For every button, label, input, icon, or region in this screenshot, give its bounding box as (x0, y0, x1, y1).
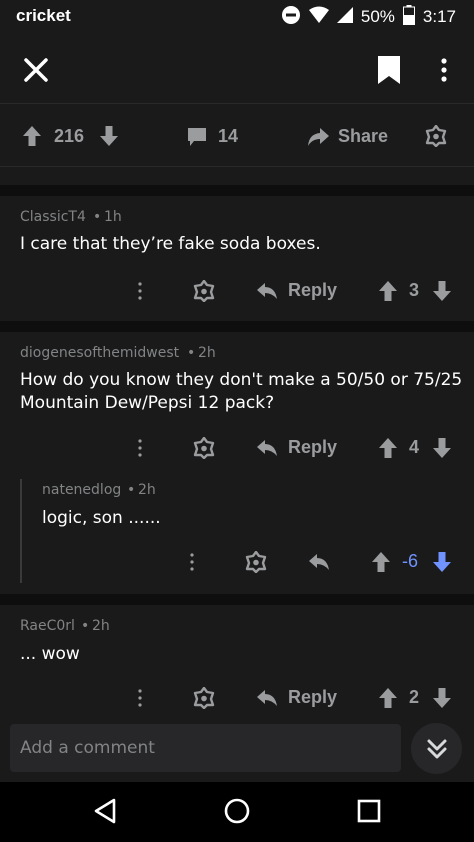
award-icon[interactable] (193, 280, 215, 302)
comment-score: -6 (402, 551, 419, 571)
comment-score: 2 (409, 687, 420, 707)
carrier-label: cricket (16, 6, 71, 25)
more-vertical-icon[interactable] (134, 280, 146, 302)
upvote-icon[interactable] (378, 687, 398, 709)
comment-actions: -6 (0, 547, 474, 577)
system-nav-bar (0, 782, 474, 842)
comment-score: 3 (409, 280, 420, 300)
reply-icon[interactable] (256, 281, 278, 301)
reply-icon[interactable] (308, 552, 330, 572)
award-icon[interactable] (425, 125, 447, 147)
comment-count: 14 (218, 126, 239, 146)
nav-home-icon[interactable] (223, 797, 251, 825)
battery-icon (402, 4, 415, 30)
share-button[interactable]: Share (338, 126, 388, 147)
comment-card: diogenesofthemidwest • 2h How do you kno… (0, 332, 474, 594)
comment-card: ClassicT4 • 1h I care that they’re fake … (0, 196, 474, 321)
comment-actions: Reply 3 (0, 276, 474, 306)
reply-icon[interactable] (256, 438, 278, 458)
downvote-icon[interactable] (432, 687, 452, 709)
nav-recents-icon[interactable] (356, 798, 382, 824)
comment-card: RaeC0rl • 2h ... wow Reply 2 (0, 605, 474, 716)
downvote-icon[interactable] (99, 125, 119, 147)
divider (0, 321, 474, 332)
close-icon[interactable] (20, 54, 52, 86)
nav-back-icon[interactable] (92, 797, 118, 825)
award-icon[interactable] (193, 687, 215, 709)
bookmark-icon[interactable] (375, 54, 403, 86)
meta-dot: • (81, 618, 90, 634)
downvote-icon[interactable] (432, 437, 452, 459)
wifi-icon (308, 6, 329, 29)
award-icon[interactable] (245, 551, 267, 573)
downvote-icon[interactable] (432, 280, 452, 302)
divider (0, 185, 474, 196)
comment-actions: Reply 4 (0, 433, 474, 463)
comment-text-line: Mountain Dew/Pepsi 12 pack? (20, 393, 275, 413)
reply-icon[interactable] (256, 688, 278, 708)
top-toolbar (0, 36, 474, 104)
more-vertical-icon[interactable] (134, 437, 146, 459)
award-icon[interactable] (193, 437, 215, 459)
meta-dot: • (127, 482, 136, 498)
comment-age: 2h (138, 482, 156, 498)
jump-down-button[interactable] (411, 723, 462, 774)
comment-author[interactable]: RaeC0rl (20, 618, 75, 634)
upvote-icon[interactable] (22, 125, 42, 147)
reply-button[interactable]: Reply (288, 687, 337, 708)
comment-author[interactable]: ClassicT4 (20, 209, 86, 225)
status-icons: 50% 3:17 (281, 4, 456, 30)
divider (0, 594, 474, 605)
comment-text-line: How do you know they don't make a 50/50 … (20, 370, 463, 390)
post-actions-bar: 216 14 Share (0, 105, 474, 167)
more-vertical-icon[interactable] (186, 551, 198, 573)
upvote-icon[interactable] (378, 437, 398, 459)
reply-button[interactable]: Reply (288, 280, 337, 301)
comment-actions: Reply 2 (0, 683, 474, 713)
comment-composer (0, 716, 474, 782)
downvote-icon[interactable] (432, 551, 452, 573)
comment-input[interactable] (10, 724, 401, 772)
share-icon[interactable] (306, 126, 330, 148)
comment-text: ... wow (20, 644, 80, 664)
more-vertical-icon[interactable] (432, 54, 456, 86)
comment-text: I care that they’re fake soda boxes. (20, 234, 321, 254)
spacer (0, 168, 474, 185)
comment-text: logic, son ...... (42, 508, 161, 528)
battery-label: 50% (360, 7, 395, 26)
post-score: 216 (54, 126, 85, 146)
jump-down-icon (427, 739, 446, 758)
comment-author[interactable]: natenedlog (42, 482, 121, 498)
upvote-icon[interactable] (378, 280, 398, 302)
status-bar: cricket 50% 3:17 (0, 0, 474, 36)
more-vertical-icon[interactable] (134, 687, 146, 709)
comment-age: 1h (104, 209, 122, 225)
reply-button[interactable]: Reply (288, 437, 337, 458)
meta-dot: • (187, 345, 196, 361)
comment-age: 2h (198, 345, 216, 361)
upvote-icon[interactable] (371, 551, 391, 573)
comment-score: 4 (409, 437, 420, 457)
signal-icon (336, 6, 353, 29)
comment-author[interactable]: diogenesofthemidwest (20, 345, 179, 361)
comment-icon[interactable] (186, 126, 208, 148)
comment-age: 2h (92, 618, 110, 634)
clock: 3:17 (422, 7, 456, 26)
dnd-icon (281, 5, 301, 30)
meta-dot: • (93, 209, 102, 225)
